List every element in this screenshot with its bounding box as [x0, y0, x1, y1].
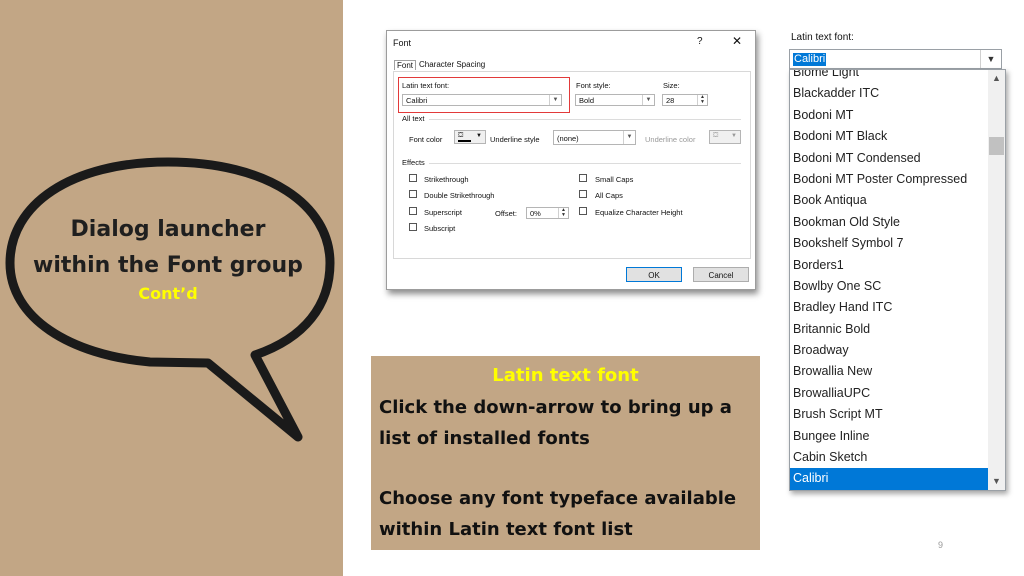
font-color-label: Font color: [409, 135, 443, 144]
caption-box: Latin text font Click the down-arrow to …: [371, 356, 760, 550]
chevron-down-icon: ▼: [731, 133, 737, 139]
bubble-subtitle: Cont’d: [138, 284, 198, 303]
scroll-up-icon[interactable]: ▲: [988, 70, 1005, 87]
subscript-label: Subscript: [424, 224, 456, 233]
offset-value: 0%: [530, 209, 541, 218]
font-list-item[interactable]: Bodoni MT: [790, 105, 988, 126]
spinner-arrows-icon[interactable]: ▲ ▼: [697, 95, 707, 105]
underline-style-label: Underline style: [490, 135, 540, 144]
font-dialog: Font ? ✕ Font Character Spacing Latin te…: [386, 30, 756, 290]
size-value: 28: [666, 96, 675, 105]
small-caps-label: Small Caps: [595, 175, 634, 184]
effects-label: Effects: [402, 158, 425, 167]
font-list-item[interactable]: Britannic Bold: [790, 319, 988, 340]
color-swatch: [458, 140, 471, 142]
subscript-checkbox[interactable]: [409, 223, 417, 231]
chevron-down-icon[interactable]: ▼: [623, 131, 635, 144]
divider: [429, 163, 741, 164]
divider: [429, 119, 741, 120]
all-caps-label: All Caps: [595, 191, 623, 200]
font-list-item[interactable]: Bradley Hand ITC: [790, 297, 988, 318]
latin-font-combo[interactable]: Calibri ▼: [402, 94, 562, 106]
superscript-label: Superscript: [424, 208, 462, 217]
scrollbar-thumb[interactable]: [989, 137, 1004, 155]
font-list-item[interactable]: Bowlby One SC: [790, 276, 988, 297]
dialog-title: Font: [393, 38, 412, 48]
font-list-label: Latin text font:: [791, 32, 854, 43]
latin-font-label: Latin text font:: [402, 81, 450, 90]
close-button[interactable]: ✕: [732, 34, 742, 48]
font-list-item[interactable]: Blome Light: [790, 70, 988, 83]
font-dropdown-list[interactable]: Blome Light Blackadder ITC Bodoni MT Bod…: [789, 69, 1006, 491]
chevron-down-icon: ▼: [476, 133, 482, 139]
all-text-label: All text: [402, 114, 425, 123]
font-list-item[interactable]: Bodoni MT Poster Compressed: [790, 169, 988, 190]
latin-font-value: Calibri: [406, 96, 428, 105]
font-list-item[interactable]: Borders1: [790, 255, 988, 276]
spinner-arrows-icon[interactable]: ▲ ▼: [558, 208, 568, 218]
double-strikethrough-checkbox[interactable]: [409, 190, 417, 198]
font-list-item[interactable]: Broadway: [790, 340, 988, 361]
font-list-item[interactable]: BrowalliaUPC: [790, 383, 988, 404]
offset-label: Offset:: [495, 209, 517, 218]
font-style-value: Bold: [579, 96, 595, 105]
page-number: 9: [938, 540, 944, 550]
font-list-item[interactable]: Bungee Inline: [790, 426, 988, 447]
font-list-item[interactable]: Browallia New: [790, 361, 988, 382]
font-style-label: Font style:: [576, 81, 611, 90]
superscript-checkbox[interactable]: [409, 207, 417, 215]
scroll-down-icon[interactable]: ▼: [988, 473, 1005, 490]
offset-spinner[interactable]: 0% ▲ ▼: [526, 207, 569, 219]
size-spinner[interactable]: 28 ▲ ▼: [662, 94, 708, 106]
strikethrough-label: Strikethrough: [424, 175, 469, 184]
equalize-height-checkbox[interactable]: [579, 207, 587, 215]
caption-heading: Latin text font: [492, 365, 639, 386]
font-list-item[interactable]: Book Antiqua: [790, 190, 988, 211]
equalize-height-label: Equalize Character Height: [595, 208, 683, 217]
font-list-item[interactable]: Bookshelf Symbol 7: [790, 233, 988, 254]
chevron-down-icon[interactable]: ▼: [980, 50, 1001, 68]
chevron-down-icon[interactable]: ▼: [549, 95, 561, 105]
all-caps-checkbox[interactable]: [579, 190, 587, 198]
font-color-button[interactable]: ⛋ ▼: [454, 130, 486, 144]
font-style-combo[interactable]: Bold ▼: [575, 94, 655, 106]
font-list-item[interactable]: Cabin Sketch: [790, 447, 988, 468]
font-list-item[interactable]: Bodoni MT Black: [790, 126, 988, 147]
bubble-title-line1: Dialog launcher: [70, 217, 266, 242]
font-list-item[interactable]: Bookman Old Style: [790, 212, 988, 233]
font-list-item-selected[interactable]: Calibri: [790, 468, 988, 490]
scrollbar[interactable]: ▲ ▼: [988, 70, 1005, 490]
caption-paragraph-1: Click the down-arrow to bring up a list …: [379, 397, 732, 449]
font-list-input[interactable]: Calibri ▼: [789, 49, 1002, 69]
underline-color-button: ⛋ ▼: [709, 130, 741, 144]
font-items: Blome Light Blackadder ITC Bodoni MT Bod…: [790, 70, 988, 490]
bubble-text: Dialog launcher within the Font group Co…: [20, 212, 316, 306]
size-label: Size:: [663, 81, 680, 90]
tab-font[interactable]: Font: [394, 60, 417, 70]
bubble-title-line2: within the Font group: [33, 253, 303, 278]
small-caps-checkbox[interactable]: [579, 174, 587, 182]
font-list-item[interactable]: Bodoni MT Condensed: [790, 148, 988, 169]
cancel-button[interactable]: Cancel: [693, 267, 749, 282]
caption-paragraph-2: Choose any font typeface available withi…: [379, 488, 737, 540]
paint-bucket-icon: ⛋: [458, 132, 464, 139]
double-strikethrough-label: Double Strikethrough: [424, 191, 495, 200]
font-list-input-value: Calibri: [793, 53, 827, 66]
font-list-item[interactable]: Brush Script MT: [790, 404, 988, 425]
underline-style-combo[interactable]: (none) ▼: [553, 130, 636, 145]
paint-bucket-icon: ⛋: [713, 132, 719, 139]
underline-color-label: Underline color: [645, 135, 696, 144]
tab-character-spacing[interactable]: Character Spacing: [419, 60, 485, 69]
strikethrough-checkbox[interactable]: [409, 174, 417, 182]
help-button[interactable]: ?: [697, 36, 703, 47]
chevron-down-icon[interactable]: ▼: [642, 95, 654, 105]
ok-button[interactable]: OK: [626, 267, 682, 282]
underline-style-value: (none): [557, 134, 579, 143]
font-list-item[interactable]: Blackadder ITC: [790, 83, 988, 104]
